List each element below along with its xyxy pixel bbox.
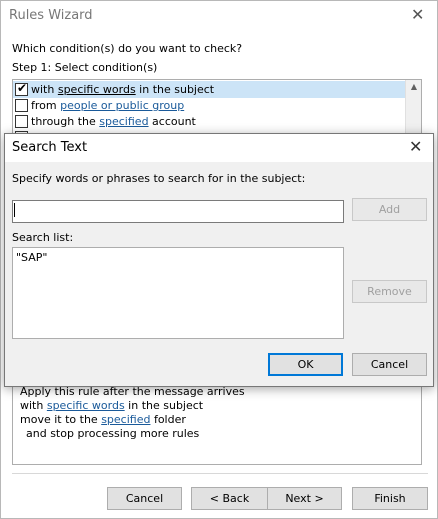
condition-checkbox[interactable]: ✔ [15,81,28,96]
conditions-list[interactable]: ✔ with specific words in the subject fro… [12,79,422,137]
add-button[interactable]: Add [352,198,427,221]
scroll-up-arrow-icon[interactable]: ▲ [406,82,421,91]
search-prompt: Specify words or phrases to search for i… [12,172,306,185]
remove-button[interactable]: Remove [352,280,427,303]
step1-label: Step 1: Select condition(s) [12,61,158,74]
dialog-titlebar: Search Text ✕ [5,134,433,162]
ok-button[interactable]: OK [268,353,343,376]
window-title: Rules Wizard [9,8,93,23]
condition-text: through the specified account [31,115,196,128]
separator [12,473,428,474]
condition-row[interactable]: through the specified account [13,113,405,130]
condition-text: with specific words in the subject [31,83,215,96]
search-words-input[interactable] [12,200,344,223]
close-icon[interactable]: ✕ [411,5,424,24]
condition-row[interactable]: ✔ with specific words in the subject [13,81,405,98]
people-group-link[interactable]: people or public group [60,99,184,112]
specific-words-link[interactable]: specific words [47,399,125,412]
specified-account-link[interactable]: specified [99,115,148,128]
description-line: with specific words in the subject [20,399,204,412]
specified-folder-link[interactable]: specified [101,413,150,426]
text-caret [14,203,15,217]
checkmark-icon: ✔ [17,81,28,95]
search-list[interactable]: "SAP" [12,247,344,339]
condition-checkbox[interactable] [15,115,28,128]
condition-row[interactable]: from people or public group [13,97,405,114]
cancel-button[interactable]: Cancel [107,487,182,510]
next-button[interactable]: Next > [267,487,342,510]
conditions-scrollbar[interactable]: ▲ [405,80,421,136]
search-text-dialog: Search Text ✕ Specify words or phrases t… [4,133,434,387]
finish-button[interactable]: Finish [352,487,428,510]
condition-question: Which condition(s) do you want to check? [12,42,243,55]
cancel-button[interactable]: Cancel [352,353,427,376]
description-line: move it to the specified folder [20,413,186,426]
back-button[interactable]: < Back [191,487,268,510]
list-item[interactable]: "SAP" [16,251,47,264]
description-line: and stop processing more rules [26,427,200,440]
search-list-label: Search list: [12,231,74,244]
close-icon[interactable]: ✕ [409,137,422,156]
condition-text: from people or public group [31,99,185,112]
condition-checkbox[interactable] [15,99,28,112]
specific-words-link[interactable]: specific words [58,83,136,96]
rule-description-box: Apply this rule after the message arrive… [12,385,422,465]
dialog-title: Search Text [12,140,88,155]
